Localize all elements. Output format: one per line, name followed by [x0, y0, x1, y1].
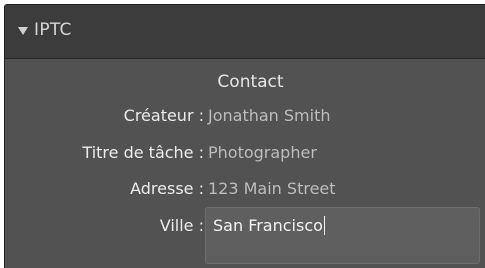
field-row-adresse: Adresse : 123 Main Street	[5, 179, 485, 203]
ville-input-text: San Francisco	[213, 216, 323, 235]
field-row-createur: Créateur : Jonathan Smith	[5, 106, 485, 130]
ville-label: Ville :	[159, 216, 204, 235]
createur-label: Créateur :	[123, 106, 204, 125]
adresse-label: Adresse :	[130, 179, 204, 198]
field-row-titre-de-tache: Titre de tâche : Photographer	[5, 143, 485, 167]
ville-input-value: San Francisco	[213, 216, 325, 235]
createur-value[interactable]: Jonathan Smith	[208, 106, 331, 125]
disclosure-triangle-icon[interactable]	[18, 27, 28, 35]
ville-input[interactable]: San Francisco	[205, 207, 480, 264]
section-title-contact: Contact	[217, 72, 284, 92]
iptc-panel: IPTC Contact Créateur : Jonathan Smith T…	[4, 4, 485, 268]
text-caret	[323, 216, 325, 235]
adresse-value[interactable]: 123 Main Street	[208, 179, 336, 198]
panel-title: IPTC	[34, 20, 72, 40]
titre-de-tache-value[interactable]: Photographer	[208, 143, 317, 162]
iptc-panel-header[interactable]: IPTC	[5, 5, 485, 59]
titre-de-tache-label: Titre de tâche :	[82, 143, 204, 162]
